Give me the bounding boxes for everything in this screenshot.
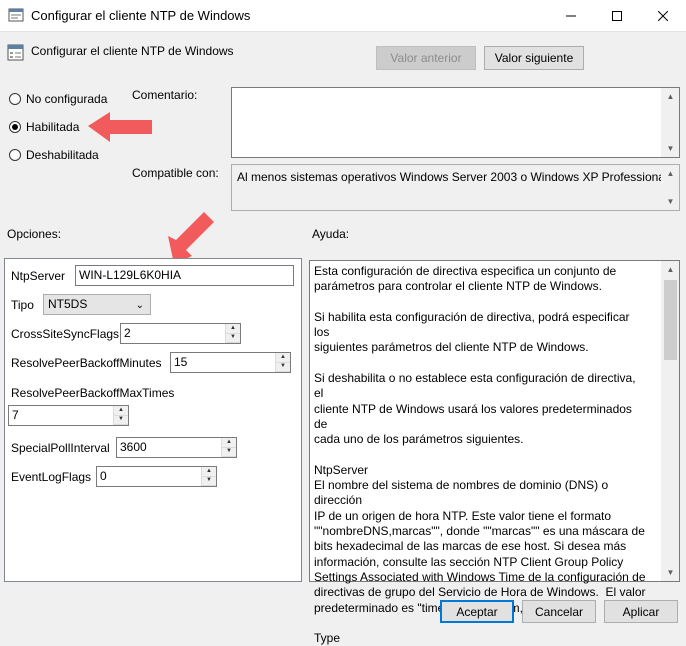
compatible-scrollbar[interactable]: ▲ ▼ — [661, 165, 679, 210]
radio-disabled[interactable]: Deshabilitada — [9, 148, 99, 162]
maximize-icon[interactable] — [594, 0, 640, 31]
eventlog-label: EventLogFlags — [11, 470, 92, 484]
resolve-max-label: ResolvePeerBackoffMaxTimes — [11, 386, 175, 400]
spin-down-icon[interactable]: ▼ — [114, 415, 128, 425]
radio-label: No configurada — [26, 92, 108, 106]
scroll-thumb[interactable] — [664, 280, 677, 360]
spin-down-icon[interactable]: ▼ — [202, 476, 216, 486]
comment-label: Comentario: — [132, 88, 198, 102]
resolve-minutes-stepper[interactable]: 15 ▲ ▼ — [170, 352, 291, 373]
radio-circle[interactable] — [9, 149, 21, 161]
radio-label: Habilitada — [26, 120, 80, 134]
spin-buttons[interactable]: ▲ ▼ — [201, 467, 216, 486]
setting-title: Configurar el cliente NTP de Windows — [31, 44, 234, 58]
tipo-value: NT5DS — [48, 297, 88, 311]
compatible-text: Al menos sistemas operativos Windows Ser… — [237, 170, 668, 184]
minimize-icon[interactable] — [548, 0, 594, 31]
previous-setting-button[interactable]: Valor anterior — [376, 46, 476, 70]
next-setting-button[interactable]: Valor siguiente — [484, 46, 584, 70]
resolve-max-stepper[interactable]: 7 ▲ ▼ — [8, 405, 129, 426]
close-icon[interactable] — [640, 0, 686, 31]
options-panel: NtpServer WIN-L129L6K0HIA Tipo NT5DS ⌄ C… — [4, 258, 302, 582]
help-label: Ayuda: — [312, 227, 350, 241]
spin-buttons[interactable]: ▲ ▼ — [275, 353, 290, 372]
specialpoll-label: SpecialPollInterval — [11, 441, 110, 455]
chevron-down-icon: ⌄ — [135, 300, 144, 311]
help-scrollbar[interactable]: ▲ ▼ — [661, 261, 679, 581]
setting-icon — [7, 44, 24, 61]
ntpserver-label: NtpServer — [11, 269, 66, 283]
tipo-select[interactable]: NT5DS ⌄ — [43, 294, 151, 315]
radio-enabled[interactable]: Habilitada — [9, 120, 79, 134]
crosssite-value: 2 — [124, 326, 131, 340]
eventlog-value: 0 — [100, 469, 107, 483]
radio-label: Deshabilitada — [26, 148, 99, 162]
scroll-down-icon[interactable]: ▼ — [662, 140, 679, 157]
cancel-button[interactable]: Cancelar — [522, 600, 596, 623]
scroll-up-icon[interactable]: ▲ — [662, 88, 679, 105]
radio-circle[interactable] — [9, 93, 21, 105]
spin-down-icon[interactable]: ▼ — [276, 362, 290, 372]
radio-not-configured[interactable]: No configurada — [9, 92, 107, 106]
apply-button[interactable]: Aplicar — [604, 600, 678, 623]
specialpoll-value: 3600 — [120, 440, 147, 454]
eventlog-stepper[interactable]: 0 ▲ ▼ — [96, 466, 217, 487]
radio-circle[interactable] — [9, 121, 21, 133]
spin-down-icon[interactable]: ▼ — [226, 333, 240, 343]
spin-down-icon[interactable]: ▼ — [222, 447, 236, 457]
window-title: Configurar el cliente NTP de Windows — [31, 8, 251, 23]
scroll-down-icon[interactable]: ▼ — [662, 193, 679, 210]
resolve-minutes-value: 15 — [174, 355, 188, 369]
spin-buttons[interactable]: ▲ ▼ — [113, 406, 128, 425]
help-text: Esta configuración de directiva especifi… — [314, 264, 646, 646]
resolve-max-value: 7 — [12, 408, 19, 422]
specialpoll-stepper[interactable]: 3600 ▲ ▼ — [116, 437, 237, 458]
scroll-up-icon[interactable]: ▲ — [662, 165, 679, 182]
spin-buttons[interactable]: ▲ ▼ — [225, 324, 240, 343]
tipo-label: Tipo — [11, 298, 34, 312]
resolve-minutes-label: ResolvePeerBackoffMinutes — [11, 356, 162, 370]
compatible-label: Compatible con: — [132, 166, 219, 180]
spin-buttons[interactable]: ▲ ▼ — [221, 438, 236, 457]
crosssite-stepper[interactable]: 2 ▲ ▼ — [120, 323, 241, 344]
annotation-arrow-icon — [88, 112, 152, 142]
help-panel: Esta configuración de directiva especifi… — [309, 260, 680, 645]
policy-editor-icon — [8, 8, 24, 22]
scroll-down-icon[interactable]: ▼ — [662, 564, 679, 581]
comment-textarea[interactable]: ▲ ▼ — [231, 87, 680, 158]
options-label: Opciones: — [7, 227, 62, 241]
ntpserver-input[interactable]: WIN-L129L6K0HIA — [75, 265, 294, 286]
comment-scrollbar[interactable]: ▲ ▼ — [661, 88, 679, 157]
ok-button[interactable]: Aceptar — [440, 600, 514, 623]
scroll-up-icon[interactable]: ▲ — [662, 261, 679, 278]
crosssite-label: CrossSiteSyncFlags — [11, 327, 120, 341]
title-bar: Configurar el cliente NTP de Windows — [0, 0, 686, 32]
compatible-box: Al menos sistemas operativos Windows Ser… — [231, 164, 680, 211]
